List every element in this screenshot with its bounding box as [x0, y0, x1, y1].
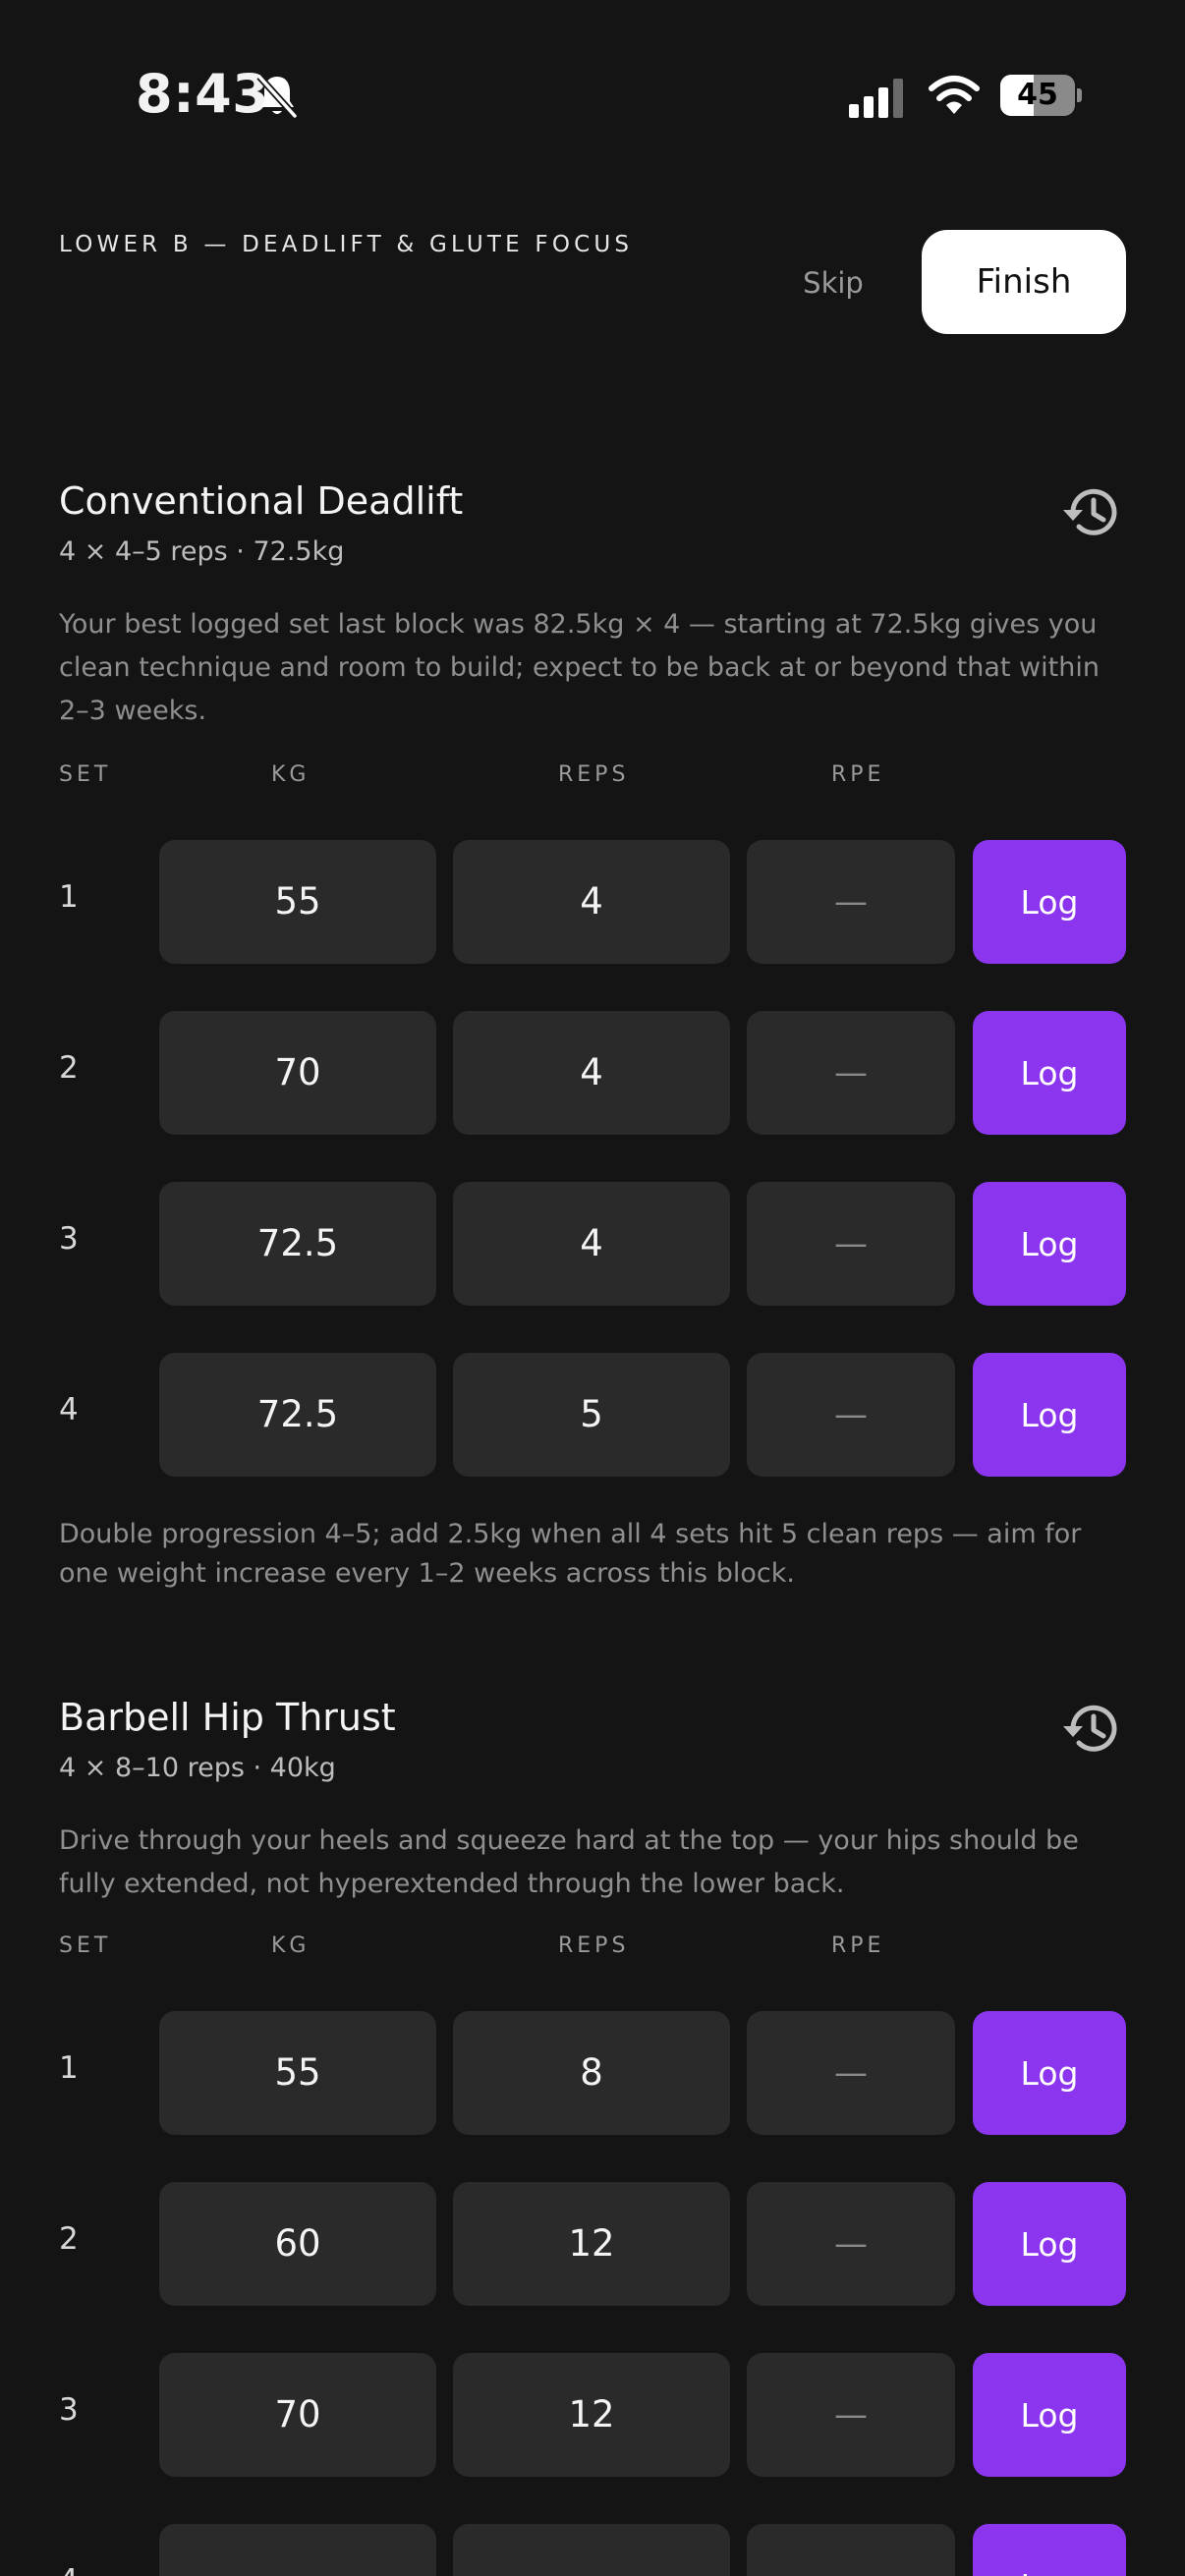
workout-title: LOWER B — DEADLIFT & GLUTE FOCUS: [59, 232, 634, 257]
reps-input[interactable]: 4: [453, 840, 730, 964]
log-set-button[interactable]: Log: [973, 1011, 1126, 1135]
column-header-kg: KG: [271, 1933, 310, 1958]
reps-input[interactable]: [453, 2524, 730, 2576]
rpe-input[interactable]: —: [747, 1011, 955, 1135]
finish-button[interactable]: Finish: [922, 230, 1126, 334]
set-number: 4: [59, 1392, 79, 1428]
reps-input[interactable]: 4: [453, 1011, 730, 1135]
kg-input[interactable]: 72.5: [159, 1182, 436, 1306]
rpe-input[interactable]: —: [747, 2182, 955, 2306]
kg-input[interactable]: 70: [159, 2353, 436, 2477]
set-row: 3 70 12 — Log: [0, 2353, 1185, 2477]
rpe-input[interactable]: —: [747, 2353, 955, 2477]
column-header-reps: REPS: [558, 1933, 630, 1958]
set-number: 1: [59, 879, 79, 915]
kg-input[interactable]: 55: [159, 2011, 436, 2135]
column-header-set: SET: [59, 762, 112, 787]
log-set-button[interactable]: Log: [973, 2011, 1126, 2135]
cellular-signal-icon: [849, 79, 903, 118]
history-icon[interactable]: [1059, 1696, 1124, 1761]
reps-input[interactable]: 5: [453, 1353, 730, 1477]
set-row: 3 72.5 4 — Log: [0, 1182, 1185, 1306]
set-number: 3: [59, 2392, 79, 2428]
progression-note: Double progression 4–5; add 2.5kg when a…: [59, 1519, 1082, 1589]
reps-input[interactable]: 12: [453, 2353, 730, 2477]
set-number: 1: [59, 2050, 79, 2086]
column-header-set: SET: [59, 1933, 112, 1958]
set-number: 2: [59, 1050, 79, 1086]
status-bar: 8:43 45: [0, 0, 1185, 196]
exercise-note: Your best logged set last block was 82.5…: [59, 609, 1100, 726]
exercise-note: Drive through your heels and squeeze har…: [59, 1825, 1079, 1899]
log-set-button[interactable]: Log: [973, 2182, 1126, 2306]
reps-input[interactable]: 12: [453, 2182, 730, 2306]
kg-input[interactable]: 60: [159, 2182, 436, 2306]
wifi-icon: [929, 76, 980, 114]
history-icon[interactable]: [1059, 479, 1124, 544]
reps-input[interactable]: 4: [453, 1182, 730, 1306]
rpe-input[interactable]: —: [747, 1353, 955, 1477]
rpe-input[interactable]: —: [747, 840, 955, 964]
column-header-reps: REPS: [558, 762, 630, 787]
exercise-meta: 4 × 4–5 reps · 72.5kg: [59, 536, 345, 567]
log-set-button[interactable]: Log: [973, 2353, 1126, 2477]
kg-input[interactable]: 72.5: [159, 1353, 436, 1477]
set-number: 2: [59, 2221, 79, 2257]
exercise-name: Conventional Deadlift: [59, 479, 464, 523]
set-row: 4 72.5 5 — Log: [0, 1353, 1185, 1477]
kg-input[interactable]: [159, 2524, 436, 2576]
set-row: 4 — Log: [0, 2524, 1185, 2576]
exercise-name: Barbell Hip Thrust: [59, 1696, 396, 1739]
rpe-input[interactable]: —: [747, 2011, 955, 2135]
set-number: 4: [59, 2563, 79, 2576]
log-set-button[interactable]: Log: [973, 840, 1126, 964]
skip-button[interactable]: Skip: [786, 257, 880, 308]
kg-input[interactable]: 55: [159, 840, 436, 964]
column-header-rpe: RPE: [831, 1933, 885, 1958]
bell-muted-icon: [256, 74, 298, 119]
rpe-input[interactable]: —: [747, 2524, 955, 2576]
set-row: 2 60 12 — Log: [0, 2182, 1185, 2306]
kg-input[interactable]: 70: [159, 1011, 436, 1135]
set-row: 2 70 4 — Log: [0, 1011, 1185, 1135]
exercise-meta: 4 × 8–10 reps · 40kg: [59, 1753, 336, 1783]
log-set-button[interactable]: Log: [973, 2524, 1126, 2576]
battery-indicator: 45: [1000, 75, 1082, 116]
log-set-button[interactable]: Log: [973, 1353, 1126, 1477]
workout-screen: 8:43 45 LOWER B — DEADLIFT & GLUTE FOCUS…: [0, 0, 1185, 2576]
status-time: 8:43: [136, 63, 270, 125]
log-set-button[interactable]: Log: [973, 1182, 1126, 1306]
set-row: 1 55 8 — Log: [0, 2011, 1185, 2135]
set-row: 1 55 4 — Log: [0, 840, 1185, 964]
battery-percent: 45: [1017, 78, 1058, 112]
rpe-input[interactable]: —: [747, 1182, 955, 1306]
set-number: 3: [59, 1221, 79, 1257]
column-header-kg: KG: [271, 762, 310, 787]
column-header-rpe: RPE: [831, 762, 885, 787]
reps-input[interactable]: 8: [453, 2011, 730, 2135]
